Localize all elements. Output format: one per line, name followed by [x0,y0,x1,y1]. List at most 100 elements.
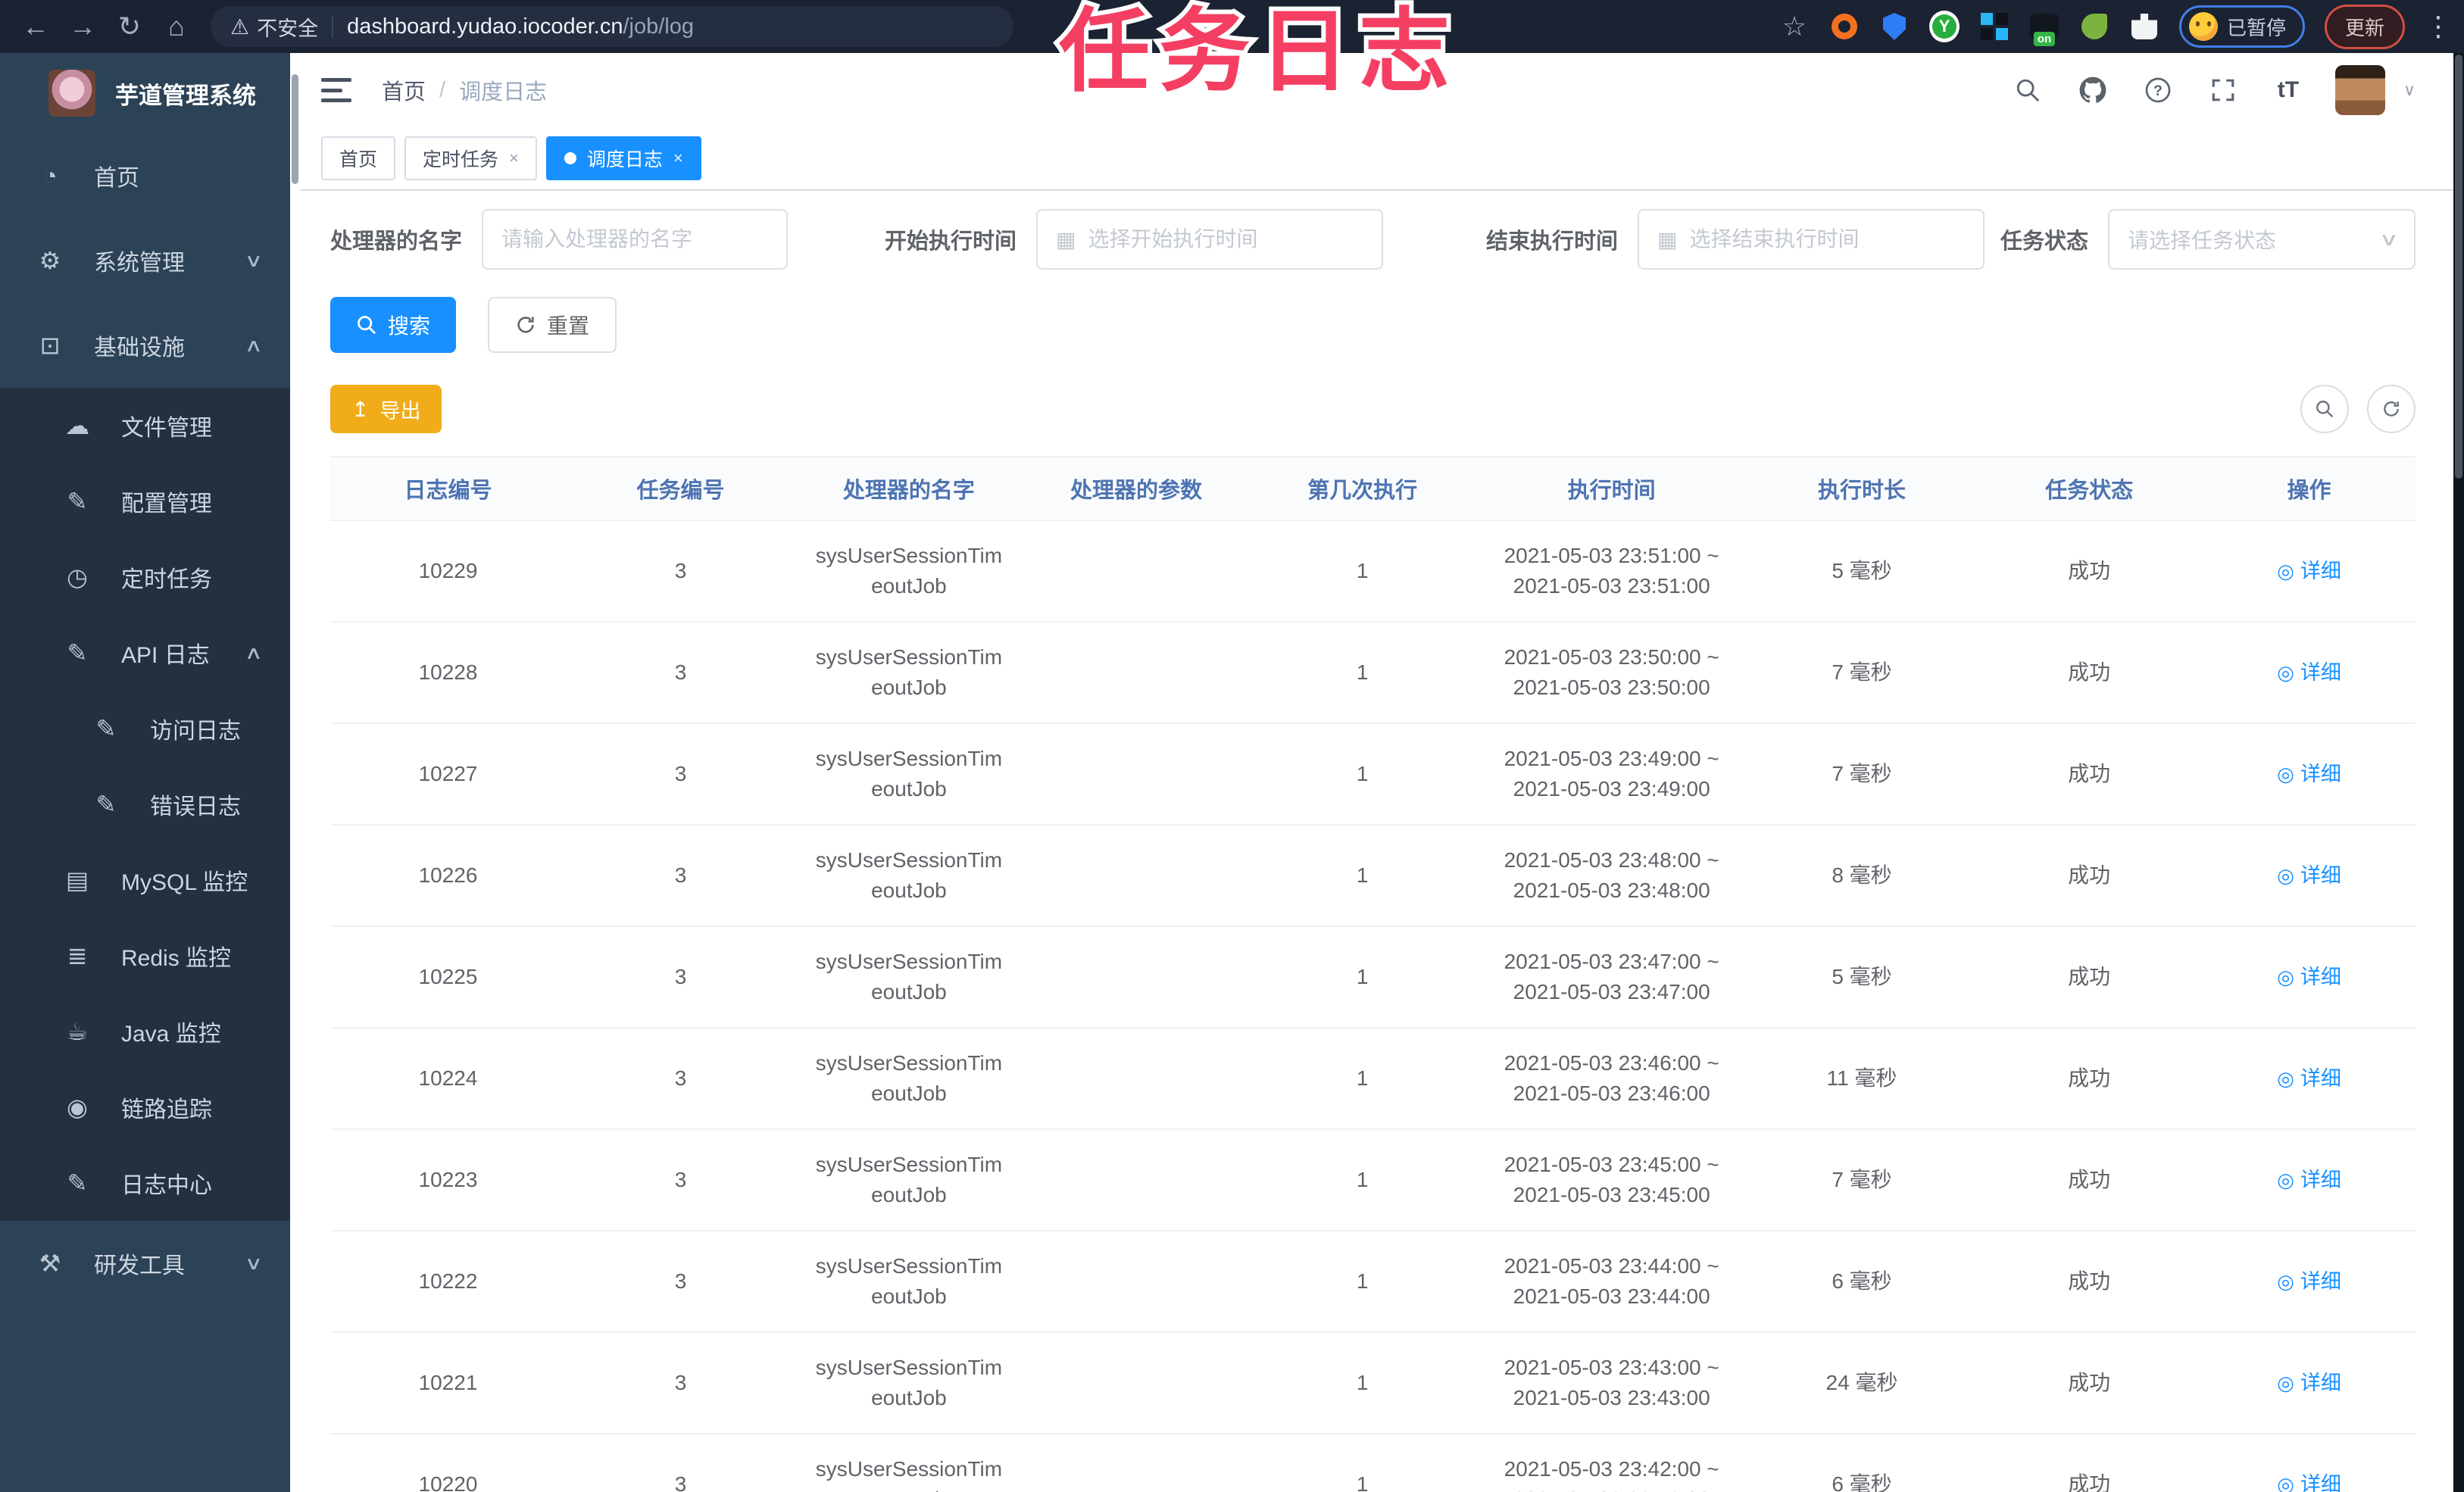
sidebar-item-定时任务[interactable]: ◷ 定时任务 [0,539,300,615]
detail-link[interactable]: ◎ 详细 [2277,657,2341,688]
cell-handler-name: sysUserSessionTimeoutJob [815,1254,1003,1308]
sidebar-scrollbar[interactable] [290,53,300,1492]
close-icon[interactable]: × [509,148,519,168]
extension-puzzle-icon[interactable] [2129,11,2160,42]
sidebar-scrollbar-thumb[interactable] [292,74,298,184]
user-avatar[interactable] [2334,65,2385,115]
detail-link[interactable]: ◎ 详细 [2277,1063,2341,1094]
start-time-input[interactable] [1088,227,1364,251]
column-header: 操作 [2287,479,2331,503]
window-scrollbar-thumb[interactable] [2455,55,2462,479]
job-status-select[interactable]: 请选择任务状态 ∨ [2108,209,2416,270]
table-row: 10224 3 sysUserSessionTim eoutJob 1 2021-05-0… [330,1028,2416,1130]
cell-exec-index: 1 [1356,559,1369,582]
cell-job-id: 3 [674,863,687,887]
table-row: 10228 3 sysUserSessionTim eoutJob 1 2021-05-0… [330,623,2416,724]
browser-home-icon[interactable]: ⌂ [153,11,200,42]
sidebar-item-研发工具[interactable]: ⚒ 研发工具 ∨ [0,1221,300,1306]
sidebar-item-label: 基础设施 [94,336,185,361]
sidebar-item-label: 错误日志 [150,794,241,819]
detail-link[interactable]: ◎ 详细 [2277,860,2341,891]
sidebar-item-首页[interactable]: ◔ 首页 [0,133,300,218]
tab-调度日志[interactable]: 调度日志 × [545,136,701,180]
detail-link[interactable]: ◎ 详细 [2277,962,2341,992]
url-host: dashboard.yudao.iocoder.cn [347,14,623,39]
cell-job-id: 3 [674,1269,687,1293]
window-scrollbar[interactable] [2453,53,2464,1492]
browser-reload-icon[interactable]: ↻ [106,11,153,42]
extension-grid-icon[interactable] [1979,11,2010,42]
sidebar-item-配置管理[interactable]: ✎ 配置管理 [0,464,300,539]
user-menu-caret-icon[interactable]: ∨ [2403,80,2416,100]
detail-link[interactable]: ◎ 详细 [2277,1469,2341,1492]
help-icon[interactable]: ? [2140,72,2176,108]
extension-on-icon[interactable]: on [2029,11,2060,46]
app-logo [48,70,95,117]
extension-y-icon[interactable]: Y [1928,11,1960,42]
sidebar-item-Redis 监控[interactable]: ≣ Redis 监控 [0,918,300,994]
profile-emoji-icon [2188,12,2218,41]
detail-label: 详细 [2300,1270,2341,1293]
java-icon: ☕ [66,1018,89,1045]
fullscreen-icon[interactable] [2205,72,2241,108]
extension-orange-icon[interactable] [1829,11,1860,42]
cell-handler-name: sysUserSessionTimeoutJob [815,747,1003,801]
search-icon[interactable] [2010,72,2046,108]
tab-定时任务[interactable]: 定时任务 × [404,136,537,180]
sidebar-item-API 日志[interactable]: ✎ API 日志 ∧ [0,615,300,691]
toggle-search-button[interactable] [2300,385,2349,433]
detail-link[interactable]: ◎ 详细 [2277,759,2341,789]
address-bar[interactable]: ⚠ 不安全 dashboard.yudao.iocoder.cn /job/lo… [211,6,1013,47]
browser-back-icon[interactable]: ← [12,11,59,42]
bookmark-star-icon[interactable]: ☆ [1779,11,1810,42]
sidebar-item-系统管理[interactable]: ⚙ 系统管理 ∨ [0,218,300,303]
table-row: 10222 3 sysUserSessionTim eoutJob 1 2021-05-0… [330,1231,2416,1333]
detail-link[interactable]: ◎ 详细 [2277,1368,2341,1398]
sidebar-item-访问日志[interactable]: ✎ 访问日志 [0,691,300,766]
browser-forward-icon[interactable]: → [59,11,106,42]
sidebar-item-MySQL 监控[interactable]: ▤ MySQL 监控 [0,842,300,918]
detail-link[interactable]: ◎ 详细 [2277,1165,2341,1195]
font-size-icon[interactable]: tT [2270,72,2306,108]
search-button[interactable]: 搜索 [330,297,457,353]
sidebar-logo-row[interactable]: 芋道管理系统 [0,53,300,133]
sidebar-item-label: 定时任务 [121,567,212,592]
extension-leaf-icon[interactable] [2079,11,2110,42]
profile-paused-pill[interactable]: 已暂停 [2178,5,2305,48]
sidebar-item-错误日志[interactable]: ✎ 错误日志 [0,766,300,842]
log-table: 日志编号 任务编号 处理器的名字 处理器的参数 第几次执行 执行时间 执行时长 任务状态 操作 … [330,456,2416,1492]
browser-update-button[interactable]: 更新 [2324,4,2405,49]
cell-exec-index: 1 [1356,1371,1369,1394]
export-button[interactable]: ↥ 导出 [330,385,442,433]
close-icon[interactable]: × [673,148,683,168]
cell-duration: 7 毫秒 [1832,660,1892,684]
mysql-icon: ▤ [65,866,89,894]
eye-icon: ◎ [2277,1169,2294,1191]
tools-icon: ⚒ [39,1250,61,1277]
extension-shield-icon[interactable] [1879,11,1910,42]
browser-menu-icon[interactable]: ⋮ [2425,11,2452,42]
start-time-label: 开始执行时间 [885,229,1017,254]
eye-icon: ◎ [2277,966,2294,988]
handler-name-input[interactable] [501,227,769,251]
paused-label: 已暂停 [2226,16,2286,39]
sidebar-toggle-icon[interactable] [321,75,354,105]
sidebar-item-文件管理[interactable]: ☁ 文件管理 [0,388,300,464]
sidebar-item-日志中心[interactable]: ✎ 日志中心 [0,1145,300,1221]
sidebar-item-Java 监控[interactable]: ☕ Java 监控 [0,994,300,1069]
breadcrumb-home[interactable]: 首页 [382,74,426,106]
cell-status: 成功 [2068,1168,2111,1191]
infra-icon: ⊡ [39,332,61,359]
refresh-table-button[interactable] [2367,385,2416,433]
sidebar-item-链路追踪[interactable]: ◉ 链路追踪 [0,1069,300,1145]
tab-首页[interactable]: 首页 [321,136,396,180]
end-time-input[interactable] [1689,227,1966,251]
detail-link[interactable]: ◎ 详细 [2277,556,2341,586]
sidebar-item-label: 文件管理 [121,416,212,441]
github-icon[interactable] [2075,72,2111,108]
sidebar-item-基础设施[interactable]: ⊡ 基础设施 ∧ [0,303,300,388]
detail-link[interactable]: ◎ 详细 [2277,1266,2341,1297]
cell-actions: ◎ 详细 [2203,1469,2416,1492]
reset-button[interactable]: 重置 [488,297,617,353]
detail-label: 详细 [2300,864,2341,887]
